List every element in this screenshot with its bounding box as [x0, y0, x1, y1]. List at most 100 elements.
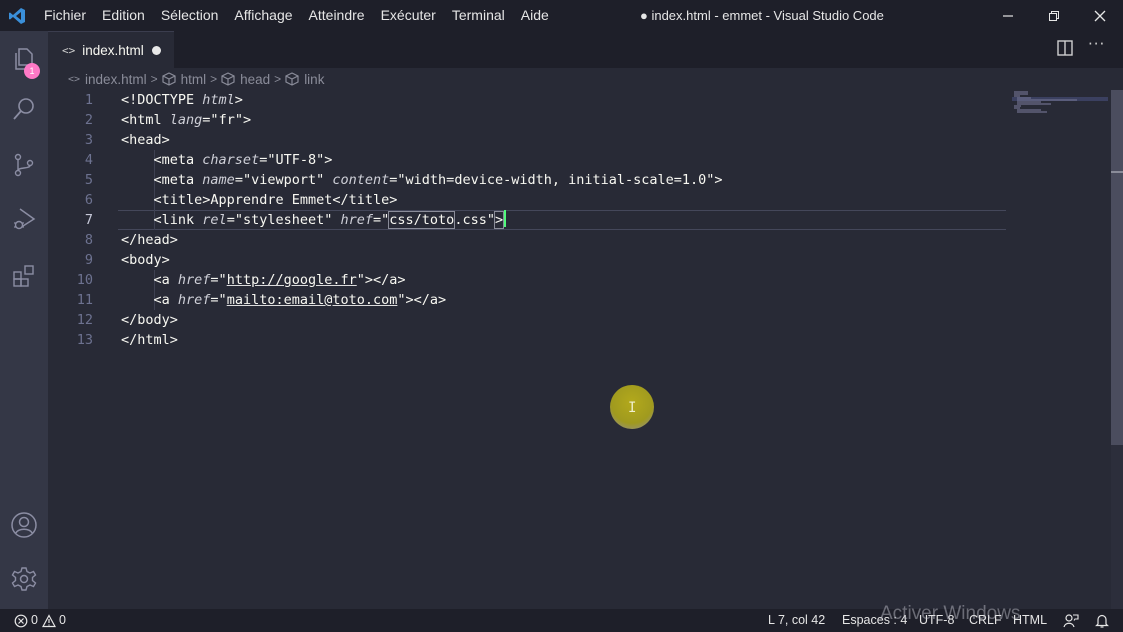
minimap[interactable] — [1012, 90, 1110, 130]
cursor-position[interactable]: L 7, col 42 — [768, 609, 825, 632]
error-count: 0 — [31, 613, 38, 627]
code-line[interactable]: 3 <head> — [48, 130, 1008, 150]
run-debug-icon — [14, 208, 36, 230]
activity-search[interactable] — [0, 85, 48, 133]
menu-edition[interactable]: Edition — [94, 0, 153, 31]
tag-text: "> — [234, 112, 252, 128]
activity-extensions[interactable] — [0, 251, 48, 299]
tag-text: =" — [202, 112, 219, 128]
breadcrumb-file[interactable]: <> index.html — [68, 72, 147, 87]
tag-text: <meta — [153, 152, 203, 168]
error-icon — [14, 614, 28, 627]
tag-text: " — [316, 172, 333, 188]
scrollbar-cursor-marker — [1111, 171, 1123, 173]
activity-manage[interactable] — [0, 555, 48, 603]
code-line[interactable]: 2 <html lang="fr"> — [48, 110, 1008, 130]
minimize-icon — [1003, 14, 1013, 17]
activity-source-control[interactable] — [0, 141, 48, 189]
code-text: <html lang="fr"> — [121, 110, 251, 130]
feedback-icon — [1063, 614, 1079, 628]
vertical-scrollbar[interactable] — [1111, 90, 1123, 609]
breadcrumb-head[interactable]: head — [221, 72, 270, 87]
code-line[interactable]: 1 <!DOCTYPE html> — [48, 90, 1008, 110]
tag-text: <a — [153, 292, 178, 308]
activity-explorer[interactable]: 1 — [0, 35, 48, 83]
code-text: <meta charset="UTF-8"> — [121, 150, 333, 170]
feedback-button[interactable] — [1063, 613, 1079, 629]
line-number: 6 — [84, 192, 93, 208]
code-editor[interactable]: 1 <!DOCTYPE html> 2 <html lang="fr"> 3 <head>… — [48, 90, 1108, 609]
tag-text: "></a> — [356, 272, 406, 288]
breadcrumb-link[interactable]: link — [285, 72, 324, 87]
menu-fichier[interactable]: Fichier — [34, 0, 94, 31]
attribute-name: href — [177, 292, 211, 308]
line-number: 1 — [84, 92, 93, 108]
attribute-name: href — [177, 272, 211, 288]
encoding[interactable]: UTF-8 — [919, 609, 954, 632]
tag-text: <!DOCTYPE — [121, 92, 203, 108]
code-text: <head> — [121, 130, 170, 150]
code-line[interactable]: 8 </head> — [48, 230, 1008, 250]
extensions-icon — [13, 265, 34, 287]
code-text: <a href="http://google.fr"></a> — [121, 270, 406, 290]
tag-text: <title> — [153, 192, 211, 208]
code-line[interactable]: 13 </html> — [48, 330, 1008, 350]
code-line[interactable]: 6 <title>Apprendre Emmet</title> — [48, 190, 1008, 210]
tag-text: =" — [210, 272, 227, 288]
tab-index-html[interactable]: <> index.html — [48, 31, 174, 68]
minimap-line — [1017, 111, 1047, 113]
tag-text: <meta — [153, 172, 203, 188]
code-line[interactable]: 12 </body> — [48, 310, 1008, 330]
split-editor-button[interactable] — [1056, 39, 1076, 59]
line-number: 3 — [84, 132, 93, 148]
code-line[interactable]: 4 <meta charset="UTF-8"> — [48, 150, 1008, 170]
menu-atteindre[interactable]: Atteindre — [301, 0, 373, 31]
tag-text: <head> — [121, 132, 170, 148]
tag-text: "></a> — [397, 292, 447, 308]
notifications-button[interactable] — [1094, 613, 1110, 629]
window-title: ● index.html - emmet - Visual Studio Cod… — [640, 8, 884, 23]
breadcrumb: <> index.html > html > head > link — [48, 68, 1108, 90]
code-line[interactable]: 5 <meta name="viewport" content="width=d… — [48, 170, 1008, 190]
menu-affichage[interactable]: Affichage — [226, 0, 300, 31]
indentation[interactable]: Espaces : 4 — [842, 609, 907, 632]
tag-text: =" — [373, 212, 390, 228]
activity-accounts[interactable] — [0, 501, 48, 549]
close-button[interactable] — [1077, 0, 1123, 31]
symbol-element-icon — [285, 72, 299, 86]
unsaved-dot-icon[interactable] — [151, 45, 161, 55]
breadcrumb-html[interactable]: html — [161, 72, 206, 87]
more-actions-button[interactable]: ··· — [1088, 35, 1105, 53]
warning-count: 0 — [58, 613, 66, 627]
end-of-line[interactable]: CRLF — [969, 609, 1002, 632]
attribute-name: html — [202, 92, 235, 108]
language-mode[interactable]: HTML — [1013, 609, 1047, 632]
attribute-name: href — [340, 212, 374, 228]
menu-executer[interactable]: Exécuter — [373, 0, 444, 31]
code-text: <body> — [121, 250, 170, 270]
attribute-name: charset — [202, 152, 260, 168]
line-number: 13 — [76, 332, 93, 348]
scrollbar-thumb[interactable] — [1111, 90, 1123, 445]
code-line[interactable]: 10 <a href="http://google.fr"></a> — [48, 270, 1008, 290]
code-line[interactable]: 11 <a href="mailto:email@toto.com"></a> — [48, 290, 1008, 310]
bracket-match: > — [493, 211, 505, 229]
minimize-button[interactable] — [985, 0, 1031, 31]
menu-terminal[interactable]: Terminal — [444, 0, 513, 31]
tag-text: =" — [234, 172, 252, 188]
problems-indicator[interactable]: 0 0 — [14, 609, 66, 632]
menu-selection[interactable]: Sélection — [153, 0, 227, 31]
window-controls — [985, 0, 1123, 31]
minimap-line — [1017, 103, 1051, 105]
code-line[interactable]: 7 <link rel="stylesheet" href="css/toto.… — [48, 210, 1008, 230]
code-line[interactable]: 9 <body> — [48, 250, 1008, 270]
tag-text: =" — [210, 292, 227, 308]
restore-button[interactable] — [1031, 0, 1077, 31]
menu-aide[interactable]: Aide — [513, 0, 557, 31]
code-text: <!DOCTYPE html> — [121, 90, 243, 110]
activity-run-debug[interactable] — [0, 195, 48, 243]
